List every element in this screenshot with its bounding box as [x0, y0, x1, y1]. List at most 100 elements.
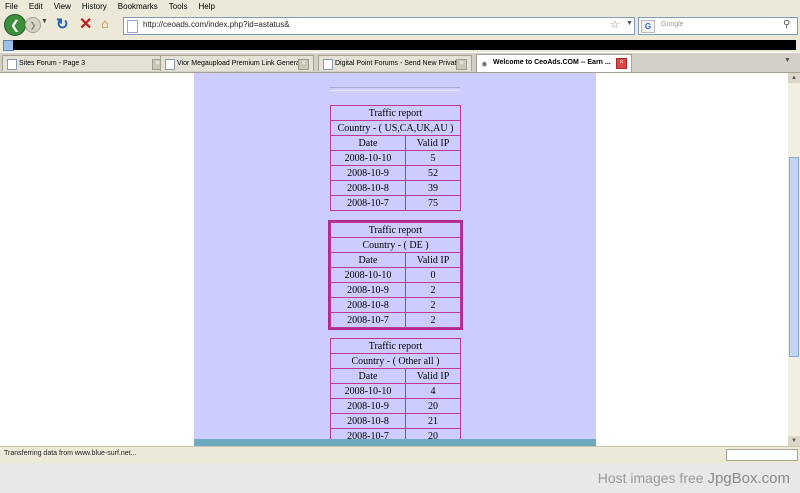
row-date: 2008-10-9: [330, 282, 406, 298]
chevron-down-icon: ▼: [41, 18, 48, 25]
forward-button[interactable]: ❯: [25, 17, 41, 33]
traffic-report-table: Traffic report Country - ( DE ) Date Val…: [328, 220, 463, 330]
table-row: 2008-10-9 52: [330, 165, 461, 181]
arrow-right-icon: ❯: [29, 20, 37, 30]
report-country: Country - ( Other all ): [330, 353, 461, 369]
vertical-scrollbar[interactable]: ▲ ▼: [788, 73, 800, 446]
tab-list-dropdown-icon[interactable]: ▼: [784, 57, 791, 64]
menu-help[interactable]: Help: [198, 2, 214, 11]
scrollbar-thumb[interactable]: [789, 157, 799, 357]
menu-file[interactable]: File: [5, 2, 18, 11]
row-date: 2008-10-10: [330, 383, 406, 399]
page-icon: [7, 59, 17, 70]
report-country: Country - ( DE ): [330, 237, 461, 253]
close-tab-icon[interactable]: ×: [298, 59, 309, 70]
bookmark-star-icon[interactable]: ☆: [610, 18, 620, 31]
menu-bar: File Edit View History Bookmarks Tools H…: [0, 0, 800, 12]
loading-spinner-icon: ✹: [481, 60, 488, 69]
row-valid-ip: 21: [405, 413, 461, 429]
bookmarks-toolbar: [0, 38, 800, 52]
horizontal-divider: [330, 87, 460, 91]
search-icon[interactable]: ⚲: [783, 19, 790, 30]
back-button[interactable]: ❮: [4, 14, 26, 36]
row-valid-ip: 2: [405, 282, 461, 298]
report-title: Traffic report: [330, 105, 461, 121]
tab-vior-megaupload[interactable]: Vior Megaupload Premium Link Generator ×: [160, 55, 314, 71]
status-text: Transferring data from www.blue-surf.net…: [4, 450, 137, 457]
address-bar[interactable]: http://ceoads.com/index.php?id=astatus& …: [123, 17, 635, 35]
content-panel: Traffic report Country - ( US,CA,UK,AU )…: [194, 73, 596, 446]
table-row: 2008-10-9 20: [330, 398, 461, 414]
row-valid-ip: 75: [405, 195, 461, 211]
tab-title: Digital Point Forums - Send New Private.…: [335, 60, 467, 67]
table-row: 2008-10-7 2: [330, 312, 461, 328]
column-header-date: Date: [330, 368, 406, 384]
menu-tools[interactable]: Tools: [169, 2, 188, 11]
stop-icon: ✕: [79, 16, 93, 33]
table-row: 2008-10-10 5: [330, 150, 461, 166]
close-tab-icon[interactable]: ×: [616, 58, 627, 69]
image-host-footer: Host images free JpgBox.com: [0, 463, 800, 493]
search-placeholder: Google: [661, 21, 684, 28]
column-header-date: Date: [330, 252, 406, 268]
tab-ceoads-active[interactable]: ✹ Welcome to CeoAds.COM -- Earn ... ×: [476, 54, 632, 72]
close-tab-icon[interactable]: ×: [456, 59, 467, 70]
report-title: Traffic report: [330, 338, 461, 354]
column-header-valid-ip: Valid IP: [405, 368, 461, 384]
watermark-prefix: Host images free: [597, 470, 708, 486]
status-bar: Transferring data from www.blue-surf.net…: [0, 446, 800, 463]
arrow-left-icon: ❮: [9, 18, 21, 32]
scroll-down-arrow-icon[interactable]: ▼: [788, 436, 800, 446]
row-date: 2008-10-7: [330, 195, 406, 211]
tab-sites-forum[interactable]: Sites Forum - Page 3 ×: [2, 55, 168, 71]
page-icon: [165, 59, 175, 70]
scroll-up-arrow-icon[interactable]: ▲: [788, 73, 800, 83]
report-country: Country - ( US,CA,UK,AU ): [330, 120, 461, 136]
tab-title: Sites Forum - Page 3: [19, 60, 86, 67]
table-row: 2008-10-8 39: [330, 180, 461, 196]
table-row: 2008-10-7 75: [330, 195, 461, 211]
redacted-bookmarks-bar: [13, 40, 796, 50]
tab-title: Vior Megaupload Premium Link Generator: [177, 60, 308, 67]
report-title: Traffic report: [330, 222, 461, 238]
row-valid-ip: 2: [405, 297, 461, 313]
table-row: 2008-10-8 2: [330, 297, 461, 313]
row-valid-ip: 0: [405, 267, 461, 283]
search-box[interactable]: G Google ⚲: [638, 17, 798, 35]
page-icon: [323, 59, 333, 70]
menu-edit[interactable]: Edit: [29, 2, 43, 11]
reload-button[interactable]: ↻: [56, 15, 69, 33]
column-header-date: Date: [330, 135, 406, 151]
row-valid-ip: 52: [405, 165, 461, 181]
search-engine-icon[interactable]: G: [641, 20, 655, 33]
row-date: 2008-10-10: [330, 150, 406, 166]
row-date: 2008-10-9: [330, 165, 406, 181]
watermark-brand: JpgBox.com: [707, 470, 790, 487]
progress-bar: [726, 449, 798, 461]
traffic-report-table: Traffic report Country - ( Other all ) D…: [330, 338, 461, 444]
page-footer-bar: [194, 439, 596, 446]
url-dropdown-icon[interactable]: ▼: [626, 20, 633, 27]
reload-icon: ↻: [56, 16, 69, 33]
row-date: 2008-10-10: [330, 267, 406, 283]
menu-bookmarks[interactable]: Bookmarks: [118, 2, 158, 11]
menu-history[interactable]: History: [82, 2, 107, 11]
table-row: 2008-10-9 2: [330, 282, 461, 298]
history-dropdown-button[interactable]: ▼: [41, 18, 48, 25]
home-button[interactable]: ⌂: [101, 16, 109, 31]
row-valid-ip: 20: [405, 398, 461, 414]
watermark-text: Host images free JpgBox.com: [598, 470, 790, 487]
stop-button[interactable]: ✕: [79, 14, 92, 34]
page-content: Traffic report Country - ( US,CA,UK,AU )…: [0, 73, 788, 446]
row-valid-ip: 4: [405, 383, 461, 399]
tab-digital-point-forums[interactable]: Digital Point Forums - Send New Private.…: [318, 55, 472, 71]
row-date: 2008-10-9: [330, 398, 406, 414]
column-header-valid-ip: Valid IP: [405, 135, 461, 151]
table-row: 2008-10-10 4: [330, 383, 461, 399]
url-text[interactable]: http://ceoads.com/index.php?id=astatus&: [143, 20, 290, 29]
page-icon: [127, 20, 138, 33]
row-valid-ip: 2: [405, 312, 461, 328]
table-row: 2008-10-8 21: [330, 413, 461, 429]
row-date: 2008-10-7: [330, 312, 406, 328]
menu-view[interactable]: View: [54, 2, 71, 11]
